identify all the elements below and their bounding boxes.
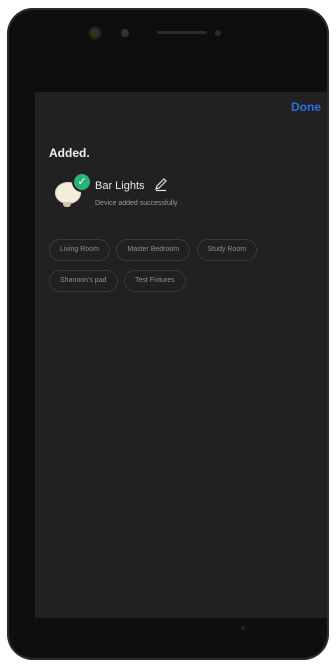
app-screen: Done Added. ✓ Bar Lights Device added su… (35, 92, 327, 618)
light-sensor (215, 30, 221, 36)
phone-frame: Done Added. ✓ Bar Lights Device added su… (7, 8, 329, 660)
done-button[interactable]: Done (291, 100, 321, 114)
device-status: Device added successfully (95, 200, 178, 207)
room-chip-list: Living Room Master Bedroom Study Room Sh… (49, 238, 325, 300)
device-name: Bar Lights (95, 180, 145, 192)
pencil-icon[interactable] (153, 176, 169, 192)
room-chip-master-bedroom[interactable]: Master Bedroom (116, 239, 191, 261)
room-chip-living-room[interactable]: Living Room (49, 239, 110, 261)
proximity-sensor (121, 29, 129, 37)
page-title: Added. (49, 146, 90, 160)
device-row: ✓ Bar Lights Device added successfully (49, 174, 319, 216)
earpiece-speaker (157, 31, 207, 34)
home-indicator (241, 626, 245, 630)
room-chip-shannons-pad[interactable]: Shannon's pad (49, 270, 118, 292)
front-camera (90, 28, 100, 38)
check-icon: ✓ (74, 174, 90, 190)
room-chip-study-room[interactable]: Study Room (196, 239, 258, 261)
phone-top-bezel (7, 8, 329, 88)
room-chip-test-fixtures[interactable]: Test Fixtures (123, 270, 186, 292)
